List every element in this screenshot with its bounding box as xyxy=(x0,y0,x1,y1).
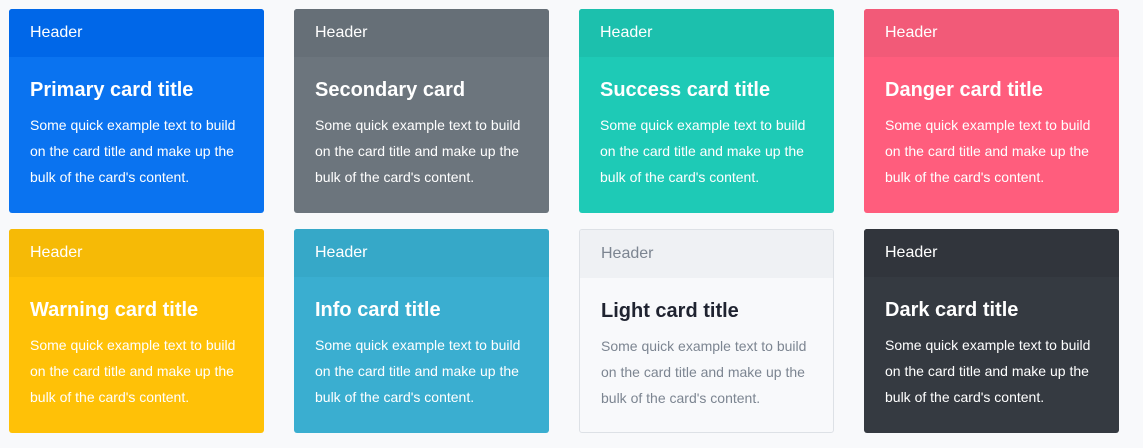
card-light: Header Light card title Some quick examp… xyxy=(579,229,834,433)
card-primary: Header Primary card title Some quick exa… xyxy=(9,9,264,213)
card-body: Primary card title Some quick example te… xyxy=(9,57,264,190)
card-header: Header xyxy=(294,9,549,57)
card-body: Secondary card Some quick example text t… xyxy=(294,57,549,190)
card-header: Header xyxy=(9,9,264,57)
card-header: Header xyxy=(864,9,1119,57)
card-header: Header xyxy=(9,229,264,277)
card-body: Success card title Some quick example te… xyxy=(579,57,834,190)
card-body: Info card title Some quick example text … xyxy=(294,277,549,410)
card-title: Secondary card xyxy=(315,79,466,101)
card-text: Some quick example text to build on the … xyxy=(30,337,236,405)
card-header: Header xyxy=(579,9,834,57)
card-title: Warning card title xyxy=(30,299,199,321)
card-text: Some quick example text to build on the … xyxy=(315,117,521,185)
card-title: Success card title xyxy=(600,79,771,101)
card-header: Header xyxy=(580,230,833,278)
card-danger: Header Danger card title Some quick exam… xyxy=(864,9,1119,213)
card-success: Header Success card title Some quick exa… xyxy=(579,9,834,213)
card-header: Header xyxy=(294,229,549,277)
card-secondary: Header Secondary card Some quick example… xyxy=(294,9,549,213)
card-text: Some quick example text to build on the … xyxy=(30,117,236,185)
card-header: Header xyxy=(864,229,1119,277)
card-text: Some quick example text to build on the … xyxy=(315,337,521,405)
card-title: Info card title xyxy=(315,299,441,321)
card-body: Warning card title Some quick example te… xyxy=(9,277,264,410)
card-body: Dark card title Some quick example text … xyxy=(864,277,1119,410)
card-body: Light card title Some quick example text… xyxy=(580,278,833,411)
card-dark: Header Dark card title Some quick exampl… xyxy=(864,229,1119,433)
card-warning: Header Warning card title Some quick exa… xyxy=(9,229,264,433)
card-text: Some quick example text to build on the … xyxy=(885,117,1091,185)
card-title: Dark card title xyxy=(885,299,1019,321)
card-title: Primary card title xyxy=(30,79,194,101)
card-title: Light card title xyxy=(601,300,739,322)
card-text: Some quick example text to build on the … xyxy=(600,117,806,185)
card-body: Danger card title Some quick example tex… xyxy=(864,57,1119,190)
card-grid: Header Primary card title Some quick exa… xyxy=(0,0,1143,448)
card-text: Some quick example text to build on the … xyxy=(601,338,807,406)
card-text: Some quick example text to build on the … xyxy=(885,337,1091,405)
card-title: Danger card title xyxy=(885,79,1043,101)
card-info: Header Info card title Some quick exampl… xyxy=(294,229,549,433)
